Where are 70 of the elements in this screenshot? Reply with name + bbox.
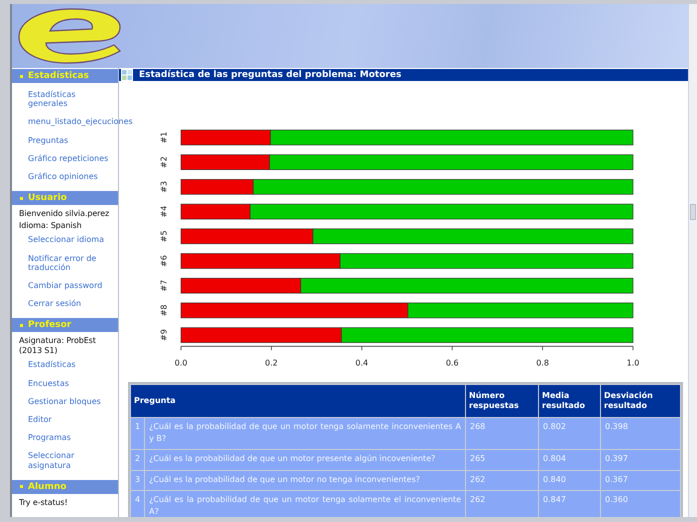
panel-title: Estadística de las preguntas del problema: Motores — [139, 70, 402, 80]
table-cell: 0.804 — [538, 450, 600, 470]
info-text: Bienvenido silvia.perez — [18, 208, 110, 220]
menu-link[interactable]: Gráfico repeticiones — [12, 150, 110, 168]
tick-label: 1.0 — [626, 358, 640, 368]
table-cell: 0.360 — [600, 490, 680, 517]
column-header: Media resultado — [538, 384, 600, 418]
table-cell: 262 — [466, 490, 538, 517]
row-number: 1 — [130, 418, 145, 450]
tick-label: 0.2 — [265, 358, 278, 368]
axis-label: #7 — [160, 280, 168, 292]
axis-label: #5 — [160, 230, 168, 242]
grid-icon — [121, 69, 133, 81]
axis-label: #8 — [160, 304, 168, 316]
info-text: Try e-status! — [18, 496, 69, 508]
info-text: Idioma: Spanish — [18, 220, 83, 232]
menu-link[interactable]: Cambiar password — [12, 276, 104, 296]
axis-label: #9 — [160, 329, 168, 341]
row-number: 3 — [130, 470, 145, 491]
question-cell: ¿Cuál es la probabilidad de que un motor presente algún incoveniente? — [144, 450, 466, 470]
tick-label: 0.4 — [355, 358, 368, 368]
menu-link[interactable]: Estadísticas — [12, 356, 78, 375]
table-cell: 0.398 — [600, 418, 680, 450]
row-number: 4 — [130, 490, 145, 517]
menu-link[interactable]: Estadísticas generales — [12, 86, 114, 114]
table-cell: 0.367 — [600, 470, 680, 491]
row-number: 2 — [130, 450, 145, 470]
question-cell: ¿Cuál es la probabilidad de que un motor no tenga inconvenientes? — [144, 470, 466, 491]
menu-link[interactable]: Programas — [12, 429, 73, 448]
bullet-icon — [20, 485, 23, 488]
table-cell: 0.802 — [538, 418, 600, 450]
axis-label: #1 — [160, 132, 168, 144]
menu-link[interactable]: Seleccionar asignatura — [12, 447, 114, 475]
axis-label: #4 — [160, 206, 168, 218]
axis-label: #2 — [160, 156, 168, 168]
bullet-icon — [20, 196, 23, 200]
menu-link[interactable]: Gráfico opiniones — [12, 168, 100, 186]
section-title: Alumno — [28, 482, 66, 492]
menu-link[interactable]: Notificar error de traducción — [12, 250, 114, 277]
logo-icon — [16, 7, 124, 65]
menu-link[interactable]: Encuestas — [12, 374, 71, 393]
menu-link[interactable]: Seleccionar idioma — [12, 231, 106, 250]
table-cell: 265 — [466, 450, 538, 470]
scrollbar[interactable] — [688, 4, 697, 517]
menu-link[interactable]: menu_listado_ejecuciones — [12, 113, 135, 132]
table-cell: 0.847 — [538, 490, 600, 517]
question-cell: ¿Cuál es la probabilidad de que un motor tenga solamente inconvenientes A y B? — [144, 418, 466, 450]
section-title: Estadísticas — [28, 71, 89, 81]
menu-link[interactable]: Preguntas — [12, 132, 70, 150]
column-header: Número respuestas — [466, 384, 538, 418]
menu-link[interactable]: Cerrar sesión — [12, 295, 84, 314]
section-title: Usuario — [28, 193, 67, 204]
tick-label: 0.6 — [446, 358, 459, 368]
column-header: Pregunta — [130, 384, 466, 418]
table-cell: 0.840 — [538, 470, 600, 491]
question-cell: ¿Cuál es la probabilidad de que un motor tenga solamente el inconveniente A? — [144, 490, 466, 517]
menu-link[interactable]: Gestionar bloques — [12, 392, 103, 411]
axis-label: #6 — [160, 255, 168, 267]
info-text: Asignatura: ProbEst (2013 S1) — [18, 335, 97, 356]
section-title: Profesor — [28, 320, 72, 330]
bullet-icon — [20, 74, 23, 78]
tick-label: 0.0 — [174, 358, 188, 368]
menu-link[interactable]: Editor — [12, 411, 54, 430]
tick-label: 0.8 — [536, 358, 549, 368]
column-header: Desviación resultado — [600, 384, 680, 418]
bullet-icon — [20, 324, 23, 327]
table-cell: 0.397 — [600, 450, 680, 470]
table-cell: 268 — [466, 418, 538, 450]
table-cell: 262 — [466, 470, 538, 491]
axis-label: #3 — [160, 181, 168, 193]
